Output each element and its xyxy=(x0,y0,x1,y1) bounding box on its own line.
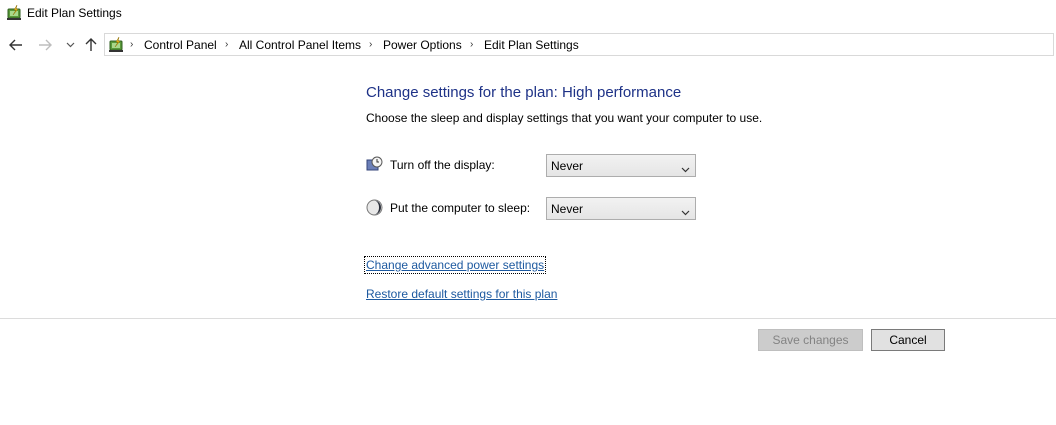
divider xyxy=(0,318,1056,319)
power-options-icon xyxy=(6,4,24,22)
breadcrumb-edit-plan[interactable]: Edit Plan Settings xyxy=(484,38,579,52)
address-bar[interactable]: › Control Panel › All Control Panel Item… xyxy=(104,33,1054,56)
power-options-icon xyxy=(108,36,126,54)
moon-icon xyxy=(366,199,383,216)
breadcrumb-all-items[interactable]: All Control Panel Items xyxy=(239,38,361,52)
sleep-timeout-select[interactable]: Never xyxy=(546,197,696,220)
cancel-button[interactable]: Cancel xyxy=(871,329,945,351)
sleep-timeout-label: Put the computer to sleep: xyxy=(390,201,531,215)
navigation-bar: › Control Panel › All Control Panel Item… xyxy=(0,31,1056,59)
setting-sleep: Put the computer to sleep: Never xyxy=(366,197,706,221)
save-changes-button[interactable]: Save changes xyxy=(758,329,863,351)
chevron-down-icon xyxy=(681,205,690,219)
chevron-right-icon[interactable]: › xyxy=(130,39,133,50)
breadcrumb-control-panel[interactable]: Control Panel xyxy=(144,38,217,52)
page-description: Choose the sleep and display settings th… xyxy=(366,111,763,125)
forward-arrow-icon[interactable] xyxy=(37,37,53,53)
setting-display: Turn off the display: Never xyxy=(366,154,706,178)
chevron-down-icon[interactable] xyxy=(62,37,78,53)
back-arrow-icon[interactable] xyxy=(8,37,24,53)
sleep-timeout-value: Never xyxy=(551,202,584,216)
chevron-down-icon xyxy=(681,162,690,176)
chevron-right-icon[interactable]: › xyxy=(225,39,228,50)
display-clock-icon xyxy=(366,156,383,173)
advanced-power-settings-link[interactable]: Change advanced power settings xyxy=(363,256,547,274)
breadcrumb-power-options[interactable]: Power Options xyxy=(383,38,462,52)
chevron-right-icon[interactable]: › xyxy=(470,39,473,50)
up-arrow-icon[interactable] xyxy=(83,37,99,53)
display-timeout-value: Never xyxy=(551,159,584,173)
chevron-right-icon[interactable]: › xyxy=(369,39,372,50)
restore-defaults-link[interactable]: Restore default settings for this plan xyxy=(366,287,557,301)
window-title: Edit Plan Settings xyxy=(27,6,122,20)
title-bar: Edit Plan Settings xyxy=(0,0,1056,26)
display-timeout-label: Turn off the display: xyxy=(390,158,495,172)
display-timeout-select[interactable]: Never xyxy=(546,154,696,177)
page-title: Change settings for the plan: High perfo… xyxy=(366,84,682,101)
